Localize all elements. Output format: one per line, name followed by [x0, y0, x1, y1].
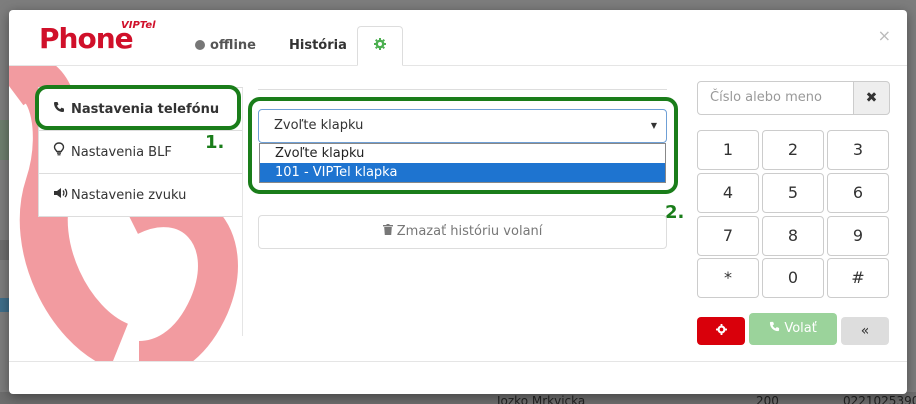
sidebar-divider [242, 88, 243, 336]
dial-key-hash[interactable]: # [827, 258, 889, 298]
clear-input-button[interactable]: ✖ [853, 81, 890, 115]
lightbulb-icon [53, 131, 71, 175]
bg-row-num: 200 [756, 394, 779, 404]
dial-key-7[interactable]: 7 [697, 216, 759, 256]
call-button-label: Volať [784, 321, 817, 336]
annotation-step-2: 2. [665, 202, 685, 223]
dialer-settings-button[interactable] [697, 317, 745, 345]
back-button[interactable]: « [841, 317, 889, 345]
call-button[interactable]: Volať [749, 313, 837, 345]
clear-history-button[interactable]: Zmazať históriu volaní [258, 215, 667, 249]
dial-key-2[interactable]: 2 [762, 130, 824, 170]
annotation-box-1 [35, 85, 241, 130]
annotation-box-2 [248, 97, 678, 194]
trash-icon [382, 224, 397, 239]
number-input-placeholder: Číslo alebo meno [710, 90, 822, 105]
dial-key-3[interactable]: 3 [827, 130, 889, 170]
number-search-input[interactable]: Číslo alebo meno [697, 81, 854, 115]
dial-key-star[interactable]: * [697, 258, 759, 298]
modal-header: Phone VIPTel offline História × [9, 10, 907, 66]
settings-modal: Phone VIPTel offline História × Nastaven… [9, 10, 907, 394]
dial-key-6[interactable]: 6 [827, 173, 889, 213]
close-icon[interactable]: × [878, 26, 891, 45]
status-dot-icon [195, 40, 205, 50]
dial-key-4[interactable]: 4 [697, 173, 759, 213]
content-divider [258, 89, 667, 90]
bg-row-name: Jozko Mrkvicka [497, 394, 586, 404]
annotation-step-1: 1. [205, 132, 225, 153]
tab-history[interactable]: História [275, 26, 361, 66]
tab-status[interactable]: offline [181, 26, 270, 66]
dial-key-8[interactable]: 8 [762, 216, 824, 256]
tab-history-label: História [289, 38, 347, 53]
logo-superscript: VIPTel [121, 20, 156, 31]
tab-status-label: offline [210, 38, 256, 53]
sidebar-item-label: Nastavenie zvuku [71, 188, 187, 203]
dial-key-1[interactable]: 1 [697, 130, 759, 170]
sidebar-item-label: Nastavenia BLF [71, 145, 172, 160]
clear-history-label: Zmazať históriu volaní [396, 224, 543, 239]
close-icon: ✖ [865, 90, 878, 106]
gear-icon [715, 324, 727, 338]
modal-footer [9, 361, 907, 394]
logo-text: Phone [39, 22, 134, 55]
logo: Phone VIPTel [39, 20, 156, 55]
dial-key-9[interactable]: 9 [827, 216, 889, 256]
gear-icon [374, 38, 386, 54]
sidebar-item-sound-settings[interactable]: Nastavenie zvuku [38, 173, 243, 217]
phone-icon [769, 321, 784, 336]
bg-row-phone: 0221025390 [843, 394, 916, 404]
speaker-icon [53, 174, 71, 218]
dial-key-0[interactable]: 0 [762, 258, 824, 298]
dial-key-5[interactable]: 5 [762, 173, 824, 213]
tab-settings[interactable] [357, 26, 403, 66]
